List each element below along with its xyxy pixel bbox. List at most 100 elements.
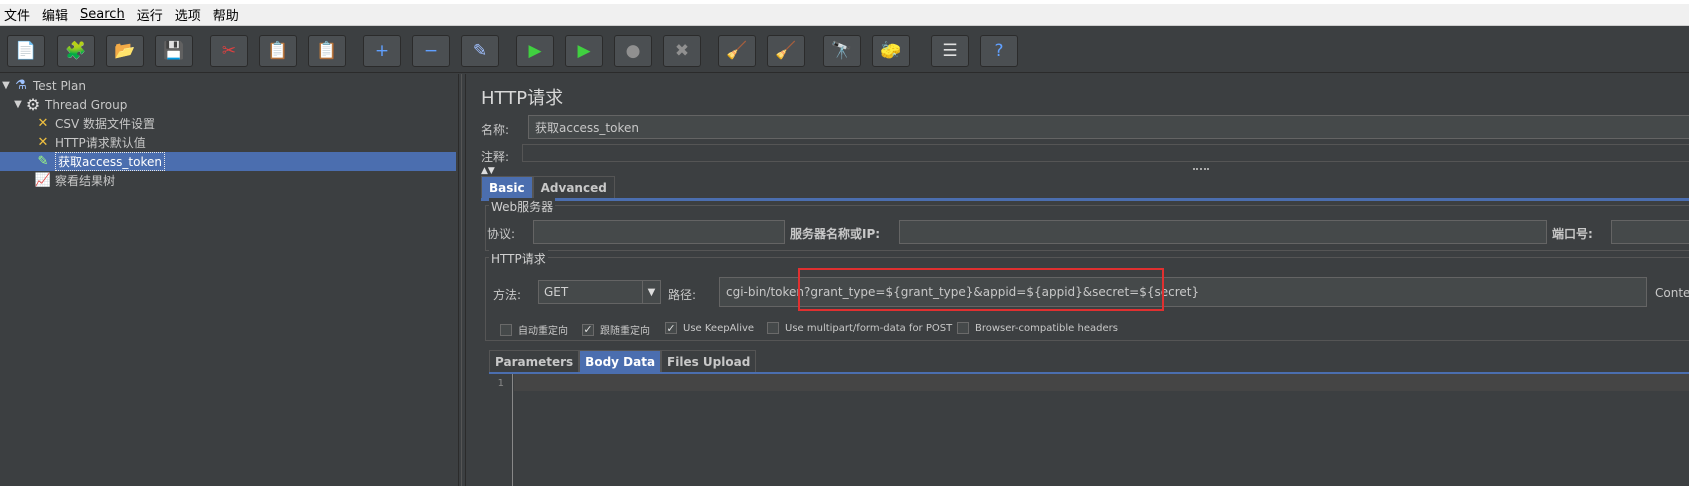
protocol-label: 协议: [487, 227, 516, 241]
menu-help[interactable]: 帮助 [213, 5, 239, 24]
cut-button[interactable]: ✂ [210, 35, 248, 67]
body-data-editor[interactable]: 1 [489, 374, 1689, 486]
line-number-gutter: 1 [489, 374, 513, 486]
tree-node-test-plan[interactable]: ▼ ⚗ Test Plan [0, 76, 456, 95]
expand-arrow-icon[interactable]: ▼ [12, 99, 24, 110]
open-button[interactable]: 📂 [106, 35, 144, 67]
expand-icon: + [374, 40, 390, 61]
comment-label: 注释: [481, 150, 510, 164]
save-button[interactable]: 💾 [155, 35, 193, 67]
checkbox-label: Browser-compatible headers [975, 322, 1118, 334]
request-body-tabs: Parameters Body Data Files Upload [489, 350, 757, 372]
menu-file[interactable]: 文件 [4, 5, 30, 24]
splitter-grip-icon[interactable] [1193, 168, 1209, 172]
tree-node-label: 获取access_token [55, 152, 165, 171]
gear-icon: ⚙ [25, 95, 41, 114]
tree-node-label: HTTP请求默认值 [55, 136, 146, 150]
panel-splitter[interactable] [458, 74, 466, 486]
new-button[interactable]: 📄 [7, 35, 45, 67]
checkbox-box[interactable] [957, 322, 969, 334]
tree-node-http-defaults[interactable]: ✕ HTTP请求默认值 [0, 133, 456, 152]
web-server-group-title: Web服务器 [489, 198, 556, 215]
server-label: 服务器名称或IP: [790, 227, 881, 241]
paste-button[interactable]: 📋 [308, 35, 346, 67]
search-icon: 🔭 [831, 40, 853, 61]
checkbox-label: Use KeepAlive [683, 322, 755, 334]
graph-icon: 📈 [34, 173, 52, 188]
search-button[interactable]: 🔭 [823, 35, 861, 67]
menu-run[interactable]: 运行 [137, 5, 163, 24]
start-button[interactable]: ▶ [516, 35, 554, 67]
tree-node-label: Test Plan [33, 78, 86, 93]
tree-node-csv-config[interactable]: ✕ CSV 数据文件设置 [0, 114, 456, 133]
clear-all-button[interactable]: 🧹 [767, 35, 805, 67]
start-no-pauses-icon: ▶ [577, 40, 591, 61]
menu-bar: 文件 编辑 Search 运行 选项 帮助 [0, 0, 1689, 26]
collapse-arrows-icon[interactable]: ▲▼ [481, 166, 495, 176]
expand-arrow-icon[interactable]: ▼ [0, 80, 12, 91]
stop-icon: ● [625, 40, 641, 61]
start-no-pauses-button[interactable]: ▶ [565, 35, 603, 67]
tab-parameters[interactable]: Parameters [489, 350, 580, 372]
function-helper-icon: ☰ [942, 40, 958, 61]
chevron-down-icon[interactable]: ▼ [642, 281, 660, 303]
current-line-highlight [514, 374, 1689, 391]
comment-input[interactable] [522, 144, 1689, 162]
tree-node-view-results-tree[interactable]: 📈 察看结果树 [0, 171, 456, 190]
name-label: 名称: [481, 123, 510, 137]
name-input[interactable]: 获取access_token [528, 115, 1689, 139]
tab-body-data[interactable]: Body Data [579, 350, 662, 372]
http-request-panel: HTTP请求 名称: 获取access_token 注释: ▲▼ Basic A… [467, 74, 1689, 486]
tree-node-label: 察看结果树 [55, 174, 116, 188]
clear-icon: 🧹 [726, 40, 748, 61]
clear-button[interactable]: 🧹 [718, 35, 756, 67]
path-label: 路径: [668, 288, 697, 302]
menu-edit[interactable]: 编辑 [42, 5, 68, 24]
check-icon[interactable]: ✓ [665, 322, 677, 334]
tree-node-thread-group[interactable]: ▼ ⚙ Thread Group [0, 95, 456, 114]
menu-search[interactable]: Search [80, 7, 125, 22]
reset-search-button[interactable]: 🧽 [872, 35, 910, 67]
help-button[interactable]: ? [980, 35, 1018, 67]
templates-button[interactable]: 🧩 [57, 35, 95, 67]
menu-options[interactable]: 选项 [175, 5, 201, 24]
tree-node-get-access-token[interactable]: ✎ 获取access_token [0, 152, 456, 171]
auto-redirect-checkbox[interactable]: 自动重定向 [500, 322, 568, 337]
expand-button[interactable]: + [363, 35, 401, 67]
keepalive-checkbox[interactable]: ✓ Use KeepAlive [665, 322, 754, 334]
tab-underline [481, 198, 1689, 201]
flask-icon: ⚗ [15, 78, 27, 93]
toggle-icon: ✎ [472, 40, 488, 61]
multipart-checkbox[interactable]: Use multipart/form-data for POST [767, 322, 952, 334]
follow-redirects-checkbox[interactable]: ✓ 跟随重定向 [582, 322, 650, 337]
tree-node-label: CSV 数据文件设置 [55, 117, 156, 131]
cut-icon: ✂ [221, 40, 237, 61]
protocol-input[interactable] [533, 220, 785, 244]
tab-basic[interactable]: Basic [481, 176, 533, 198]
copy-button[interactable]: 📋 [259, 35, 297, 67]
browser-headers-checkbox[interactable]: Browser-compatible headers [957, 322, 1118, 334]
tab-files-upload[interactable]: Files Upload [661, 350, 757, 372]
collapse-button[interactable]: − [412, 35, 450, 67]
save-icon: 💾 [163, 40, 185, 61]
port-input[interactable] [1611, 220, 1689, 244]
wrench-icon: ✕ [37, 116, 49, 131]
checkbox-label: 跟随重定向 [600, 326, 650, 337]
checkbox-box[interactable] [500, 323, 512, 336]
server-input[interactable] [899, 220, 1547, 244]
new-icon: 📄 [15, 40, 37, 61]
content-encoding-label: Conte [1655, 286, 1689, 300]
checkbox-box[interactable] [767, 322, 779, 334]
method-value: GET [544, 285, 569, 299]
method-label: 方法: [493, 288, 522, 302]
toggle-button[interactable]: ✎ [461, 35, 499, 67]
clear-all-icon: 🧹 [775, 40, 797, 61]
stop-button[interactable]: ● [614, 35, 652, 67]
function-helper-button[interactable]: ☰ [931, 35, 969, 67]
check-icon[interactable]: ✓ [582, 323, 594, 336]
method-select[interactable]: GET ▼ [538, 280, 661, 304]
shutdown-button[interactable]: ✖ [663, 35, 701, 67]
highlight-box [798, 268, 1164, 311]
tab-advanced[interactable]: Advanced [532, 176, 615, 198]
shutdown-icon: ✖ [674, 40, 690, 61]
